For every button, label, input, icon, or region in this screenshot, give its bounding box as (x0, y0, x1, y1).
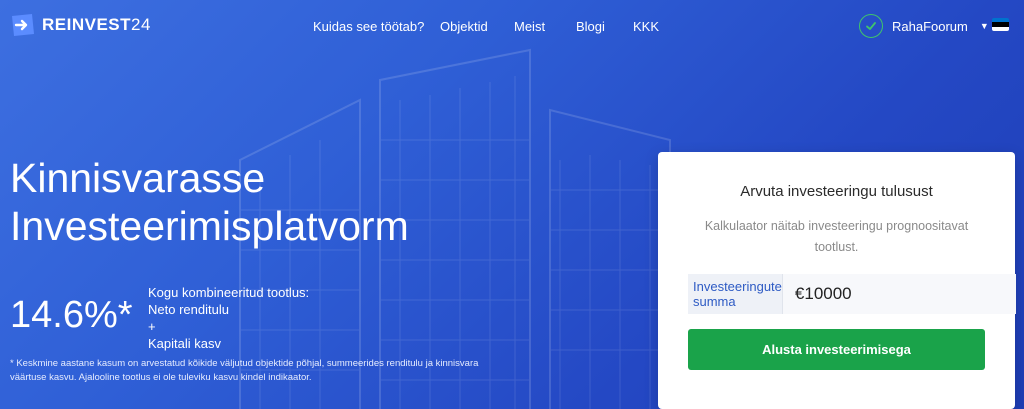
estonian-flag-icon[interactable] (992, 18, 1009, 31)
logo-arrow-icon (12, 14, 34, 36)
return-description: Kogu kombineeritud tootlus: Neto renditu… (148, 284, 309, 352)
return-desc-line4: Kapitali kasv (148, 336, 221, 351)
logo[interactable]: REINVEST24 (10, 12, 151, 38)
nav-objects[interactable]: Objektid (440, 19, 488, 34)
hero-title-line1: Kinnisvarasse (10, 155, 266, 201)
check-icon (859, 14, 883, 38)
calculator-subtitle: Kalkulaator näitab investeeringu prognoo… (704, 219, 969, 254)
return-footnote: * Keskmine aastane kasum on arvestatud k… (10, 358, 479, 383)
investment-amount-input[interactable] (782, 274, 1016, 314)
return-desc-line1: Kogu kombineeritud tootlus: (148, 285, 310, 300)
logo-text: REINVEST24 (42, 15, 151, 34)
return-percentage: 14.6%* (10, 294, 133, 336)
site-header: REINVEST24 Kuidas see töötab? Objektid M… (0, 0, 1024, 54)
rahafoorum-dropdown[interactable]: RahaFoorum ▼ (859, 14, 989, 38)
investment-calculator-card: Arvuta investeeringu tulusust Kalkulaato… (658, 152, 1016, 409)
nav-how-it-works[interactable]: Kuidas see töötab? (313, 19, 424, 34)
nav-about[interactable]: Meist (514, 19, 545, 34)
investment-amount-row: Investeeringute summa (688, 274, 1016, 314)
investment-amount-label: Investeeringute summa (688, 274, 783, 314)
rahafoorum-label: RahaFoorum (892, 18, 968, 34)
nav-blog[interactable]: Blogi (576, 19, 605, 34)
return-desc-line2: Neto renditulu (148, 302, 229, 317)
hero-title: Kinnisvarasse Investeerimisplatvorm (10, 154, 530, 250)
caret-down-icon: ▼ (979, 21, 989, 31)
nav-faq[interactable]: KKK (633, 19, 659, 34)
calculator-title: Arvuta investeeringu tulusust (740, 183, 933, 200)
hero-title-line2: Investeerimisplatvorm (10, 203, 409, 249)
return-desc-plus: + (148, 319, 156, 334)
start-investing-button[interactable]: Alusta investeerimisega (688, 329, 985, 370)
